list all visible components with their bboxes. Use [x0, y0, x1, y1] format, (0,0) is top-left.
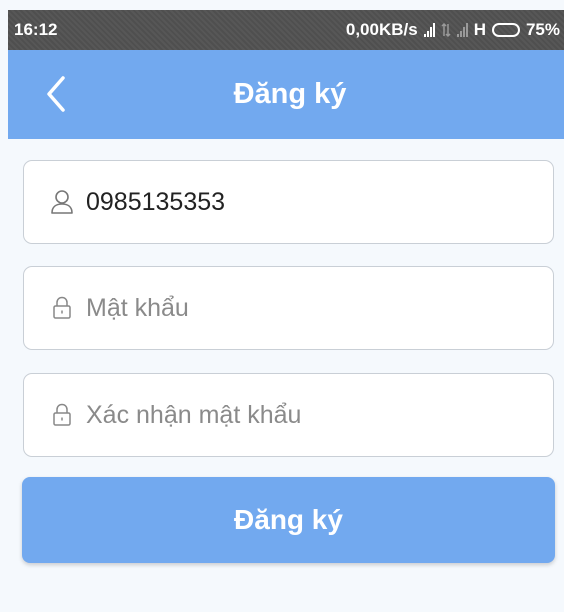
network-type: H	[473, 20, 486, 39]
register-button[interactable]: Đăng ký	[22, 477, 555, 563]
signal-icon	[423, 23, 435, 37]
status-bar: 16:12 0,00KB/s H 75%	[8, 10, 564, 50]
status-indicators: 0,00KB/s H 75%	[346, 20, 560, 40]
page-title: Đăng ký	[233, 78, 347, 110]
confirm-password-input[interactable]	[86, 400, 526, 430]
password-input[interactable]	[86, 293, 526, 323]
lock-icon	[47, 400, 77, 430]
chevron-left-icon	[47, 76, 65, 112]
confirm-password-field[interactable]	[23, 373, 554, 457]
signup-screen: 16:12 0,00KB/s H 75% Đăng ký 0985135353 …	[0, 0, 564, 612]
data-rate: 0,00KB/s	[345, 20, 418, 39]
battery-percent: 75%	[525, 20, 560, 39]
password-field[interactable]	[23, 266, 554, 350]
signal-secondary-icon	[456, 23, 468, 37]
back-button[interactable]	[36, 72, 76, 116]
lock-icon	[47, 293, 77, 323]
phone-field[interactable]	[23, 160, 554, 244]
user-icon	[47, 187, 77, 217]
app-bar: Đăng ký	[8, 50, 564, 139]
data-transfer-icon	[441, 22, 451, 38]
phone-input[interactable]	[86, 187, 526, 217]
status-time: 16:12	[14, 20, 58, 39]
battery-icon	[491, 23, 520, 37]
